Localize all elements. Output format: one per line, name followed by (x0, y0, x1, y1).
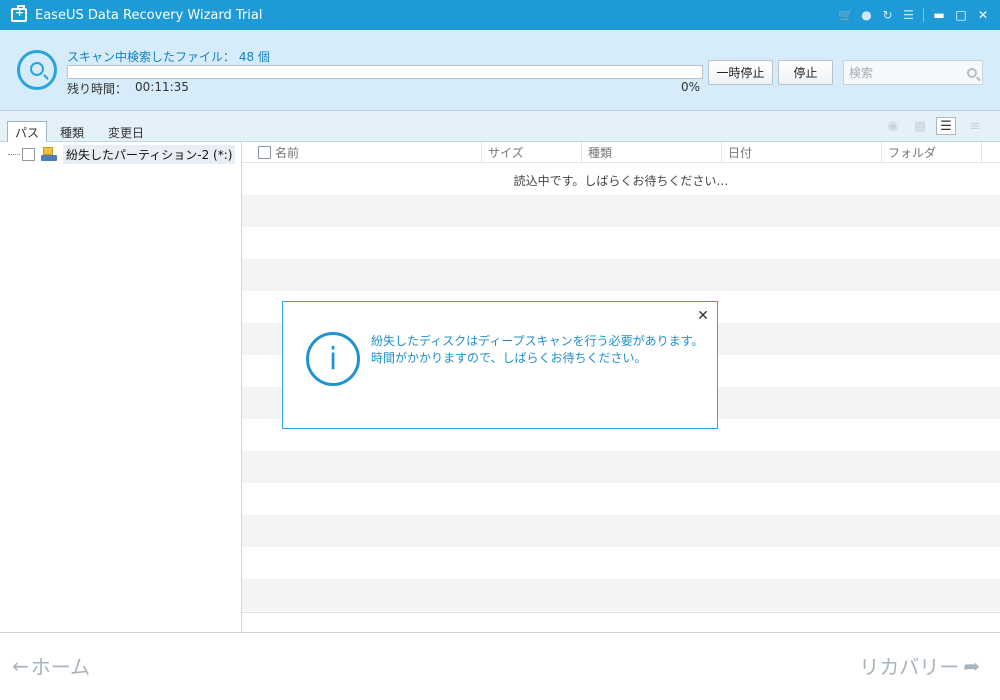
folder-tree: 紛失したパーティション-2 (*:) (0, 142, 242, 632)
tab-type[interactable]: 種類 (54, 122, 90, 142)
deep-scan-info-dialog: ✕ i 紛失したディスクはディープスキャンを行う必要があります。時間がかかります… (282, 301, 718, 429)
column-name-label: 名前 (275, 146, 300, 160)
share-arrow-icon: ➦ (963, 653, 980, 678)
loading-message: 読込中です。しばらくお待ちください… (513, 174, 729, 188)
info-icon: i (306, 332, 360, 386)
recover-label: リカバリー (859, 655, 960, 679)
remaining-time-value: 00:11:35 (135, 80, 189, 94)
search-box (843, 60, 983, 85)
app-logo-icon (11, 5, 27, 22)
minimize-button[interactable]: ▬ (928, 0, 950, 30)
list-row (242, 483, 1000, 515)
dialog-close-button[interactable]: ✕ (695, 308, 711, 324)
menu-icon[interactable]: ☰ (898, 0, 919, 30)
scan-progress-bar (67, 65, 703, 79)
close-button[interactable]: ✕ (972, 0, 994, 30)
tab-date[interactable]: 変更日 (100, 122, 152, 142)
home-button[interactable]: ← ホーム (12, 651, 90, 680)
refresh-icon[interactable]: ↻ (877, 0, 898, 30)
scan-panel: スキャン中検索したファイル： 48 個 残り時間： 00:11:35 0% 一時… (0, 30, 1000, 111)
list-view-icon[interactable]: ☰ (936, 117, 956, 135)
column-type[interactable]: 種類 (582, 142, 722, 163)
tree-item[interactable]: 紛失したパーティション-2 (*:) (8, 144, 236, 164)
remaining-time-label: 残り時間： (67, 82, 128, 96)
footer-bar: ← ホーム リカバリー ➦ (0, 632, 1000, 700)
list-row (242, 195, 1000, 227)
select-all-checkbox[interactable] (258, 146, 271, 159)
view-tabs: パス 種類 変更日 (0, 111, 1000, 143)
recover-button[interactable]: リカバリー ➦ (859, 651, 980, 680)
horizontal-scrollbar[interactable] (242, 612, 1000, 632)
list-row (242, 227, 1000, 259)
list-row (242, 515, 1000, 547)
list-row (242, 259, 1000, 291)
scan-percent: 0% (681, 80, 701, 94)
thumbnail-view-icon[interactable]: ▦ (910, 117, 930, 135)
list-row (242, 451, 1000, 483)
column-name[interactable]: 名前 (242, 142, 482, 163)
preview-eye-icon[interactable]: ◉ (883, 117, 903, 135)
search-input[interactable] (849, 61, 961, 84)
list-row (242, 547, 1000, 579)
title-separator (923, 8, 924, 22)
dialog-message: 紛失したディスクはディープスキャンを行う必要があります。時間がかかりますので、し… (371, 334, 704, 365)
column-date[interactable]: 日付 (722, 142, 882, 163)
window-title: EaseUS Data Recovery Wizard Trial (35, 7, 263, 23)
cart-icon[interactable]: 🛒 (835, 0, 856, 30)
tab-path[interactable]: パス (7, 121, 47, 143)
maximize-button[interactable]: □ (950, 0, 972, 30)
detail-view-icon[interactable]: ≡ (965, 117, 985, 135)
tree-item-checkbox[interactable] (22, 147, 35, 161)
partition-drive-icon (41, 147, 57, 161)
title-controls: 🛒 ● ↻ ☰ ▬ □ ✕ (835, 0, 994, 30)
tree-item-label[interactable]: 紛失したパーティション-2 (*:) (63, 144, 236, 164)
stop-button[interactable]: 停止 (778, 60, 833, 85)
column-size[interactable]: サイズ (482, 142, 582, 163)
title-bar: EaseUS Data Recovery Wizard Trial 🛒 ● ↻ … (0, 0, 1000, 30)
pause-button[interactable]: 一時停止 (708, 60, 773, 85)
arrow-left-icon: ← (12, 653, 29, 678)
scan-status-text: スキャン中検索したファイル： 48 個 (67, 50, 270, 64)
list-row (242, 579, 1000, 611)
column-folder[interactable]: フォルダ (882, 142, 982, 163)
search-icon[interactable] (967, 67, 977, 78)
scan-search-icon (17, 50, 57, 90)
file-list-header: 名前 サイズ 種類 日付 フォルダ (242, 142, 1000, 163)
home-label: ホーム (30, 655, 91, 679)
chat-icon[interactable]: ● (856, 0, 877, 30)
